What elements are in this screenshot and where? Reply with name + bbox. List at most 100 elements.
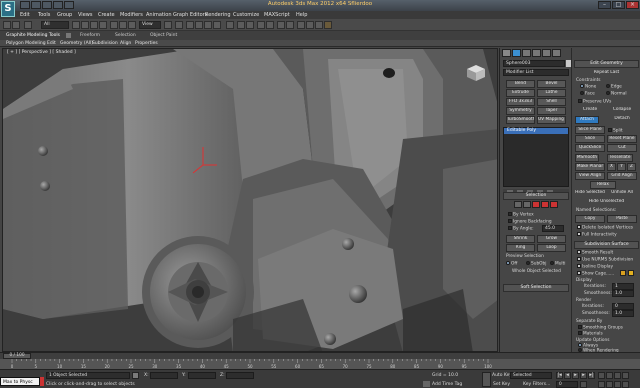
constraint-normal-option[interactable]: Normal — [606, 91, 627, 97]
mirror-icon[interactable] — [237, 21, 245, 29]
ribbon-toggle-icon[interactable] — [66, 33, 71, 38]
z-coordinate-field[interactable] — [226, 372, 254, 379]
panel-geometry-all[interactable]: Geometry (All) — [60, 40, 93, 47]
link-icon[interactable] — [24, 21, 32, 29]
key-filters-button[interactable]: Key Filters... — [523, 382, 550, 387]
tab-freeform[interactable]: Freeform — [80, 32, 100, 39]
move-icon[interactable] — [110, 21, 118, 29]
align-icon[interactable] — [246, 21, 254, 29]
maxscript-listener[interactable]: Max to Physc — [0, 377, 40, 386]
menu-animation[interactable]: Animation — [146, 11, 172, 19]
modify-tab-icon[interactable] — [512, 49, 521, 57]
tab-selection[interactable]: Selection — [115, 32, 136, 39]
add-time-tag-button[interactable]: Add Time Tag — [432, 382, 462, 387]
maximize-icon[interactable]: □ — [612, 1, 625, 9]
border-icon[interactable] — [532, 201, 540, 208]
time-tag-icon[interactable] — [423, 381, 430, 387]
undo-icon[interactable] — [3, 21, 11, 29]
select-by-name-icon[interactable] — [81, 21, 89, 29]
grow-button[interactable]: Grow — [537, 235, 566, 243]
time-slider[interactable]: 0 / 100 — [0, 352, 640, 359]
menu-create[interactable]: Create — [98, 11, 115, 19]
panel-subdivision[interactable]: Subdivision — [92, 40, 118, 47]
soft-selection-rollout-header[interactable]: Soft Selection — [503, 284, 569, 292]
angle-snap-icon[interactable] — [195, 21, 203, 29]
x-coordinate-field[interactable] — [150, 372, 178, 379]
by-vertex-option[interactable]: By Vertex — [508, 212, 534, 218]
tessellate-button[interactable]: Tessellate — [607, 154, 633, 162]
panel-align[interactable]: Align — [120, 40, 131, 47]
uv-mapping-button[interactable]: UV Mapping Cle — [537, 116, 566, 124]
schematic-view-icon[interactable] — [286, 21, 294, 29]
redo-icon[interactable] — [12, 21, 20, 29]
create-button[interactable]: Create — [575, 107, 605, 115]
create-tab-icon[interactable] — [502, 49, 511, 57]
vertex-icon[interactable] — [514, 201, 522, 208]
planar-y-button[interactable]: Y — [617, 163, 626, 171]
minimize-icon[interactable]: – — [598, 1, 611, 9]
materials-option[interactable]: Materials — [578, 331, 603, 337]
constraint-none-option[interactable]: None — [580, 84, 596, 90]
pivot-icon[interactable] — [164, 21, 172, 29]
goto-end-icon[interactable]: ▸| — [588, 372, 595, 379]
stack-item-editable-poly[interactable]: Editable Poly — [504, 128, 568, 134]
perspective-viewport[interactable]: [ + ] [ Perspective ] [ Shaded ] — [2, 48, 498, 352]
named-selection-icon[interactable] — [226, 21, 234, 29]
menu-views[interactable]: Views — [78, 11, 92, 19]
lathe-button[interactable]: Lathe — [537, 89, 566, 97]
paste-button[interactable]: Paste — [607, 215, 637, 223]
planar-z-button[interactable]: Z — [627, 163, 636, 171]
ffd-button[interactable]: FFD 3x3x3 — [506, 98, 535, 106]
modifier-stack[interactable]: Editable Poly — [503, 127, 569, 187]
menu-graph-editors[interactable]: Graph Editors — [173, 11, 207, 19]
edit-geometry-rollout-header[interactable]: Edit Geometry — [574, 60, 639, 68]
select-manipulate-icon[interactable] — [175, 21, 183, 29]
loop-button[interactable]: Loop — [537, 244, 566, 252]
menu-maxscript[interactable]: MAXScript — [264, 11, 290, 19]
pan-icon[interactable] — [606, 381, 613, 388]
panel-edit[interactable]: Edit — [47, 40, 56, 47]
split-option[interactable]: Split — [608, 128, 623, 134]
y-coordinate-field[interactable] — [188, 372, 216, 379]
display-smoothness-field[interactable]: 1.0 — [612, 290, 634, 297]
cut-button[interactable]: Cut — [607, 144, 637, 152]
constraint-edge-option[interactable]: Edge — [606, 84, 622, 90]
undo-icon[interactable] — [53, 1, 63, 9]
curve-editor-icon[interactable] — [277, 21, 285, 29]
reference-coordinate-dropdown[interactable]: View — [139, 21, 161, 29]
snap-toggle-icon[interactable] — [186, 21, 194, 29]
turbosmooth-button[interactable]: TurboSmooth — [506, 116, 535, 124]
show-cage-option[interactable]: Show Cage...... — [577, 271, 614, 277]
smoothing-groups-option[interactable]: Smoothing Groups — [578, 325, 623, 331]
grid-align-button[interactable]: Grid Align — [607, 172, 637, 180]
reset-plane-button[interactable]: Reset Plane — [607, 135, 637, 143]
slice-button[interactable]: Slice — [575, 135, 605, 143]
bevel-button[interactable]: Bevel — [537, 80, 566, 88]
msmooth-button[interactable]: MSmooth — [575, 154, 599, 162]
render-smoothness-field[interactable]: 1.0 — [612, 310, 634, 317]
object-name-field[interactable]: Sphere003 — [503, 60, 565, 67]
preview-multi-option[interactable]: Multi — [550, 261, 566, 267]
key-mode-icon[interactable] — [580, 381, 587, 388]
redo-icon[interactable] — [64, 1, 74, 9]
copy-button[interactable]: Copy — [575, 215, 605, 223]
layer-manager-icon[interactable] — [257, 21, 265, 29]
edge-icon[interactable] — [523, 201, 531, 208]
spinner-snap-icon[interactable] — [213, 21, 221, 29]
maximize-viewport-icon[interactable] — [622, 381, 629, 388]
new-file-icon[interactable] — [20, 1, 30, 9]
hide-unselected-button[interactable]: Hide Unselected — [584, 199, 629, 207]
polygon-icon[interactable] — [541, 201, 549, 208]
close-icon[interactable]: × — [626, 1, 639, 9]
preview-off-option[interactable]: Off — [506, 261, 517, 267]
previous-frame-icon[interactable]: ◂ — [564, 372, 571, 379]
hide-selected-button[interactable]: Hide Selected — [575, 190, 605, 198]
open-file-icon[interactable] — [31, 1, 41, 9]
detach-button[interactable]: Detach — [607, 116, 637, 124]
menu-edit[interactable]: Edit — [20, 11, 30, 19]
isoline-display-option[interactable]: Isoline Display — [577, 264, 613, 270]
utilities-tab-icon[interactable] — [552, 49, 561, 57]
menu-group[interactable]: Group — [57, 11, 72, 19]
element-icon[interactable] — [550, 201, 558, 208]
rendered-frame-icon[interactable] — [315, 21, 323, 29]
